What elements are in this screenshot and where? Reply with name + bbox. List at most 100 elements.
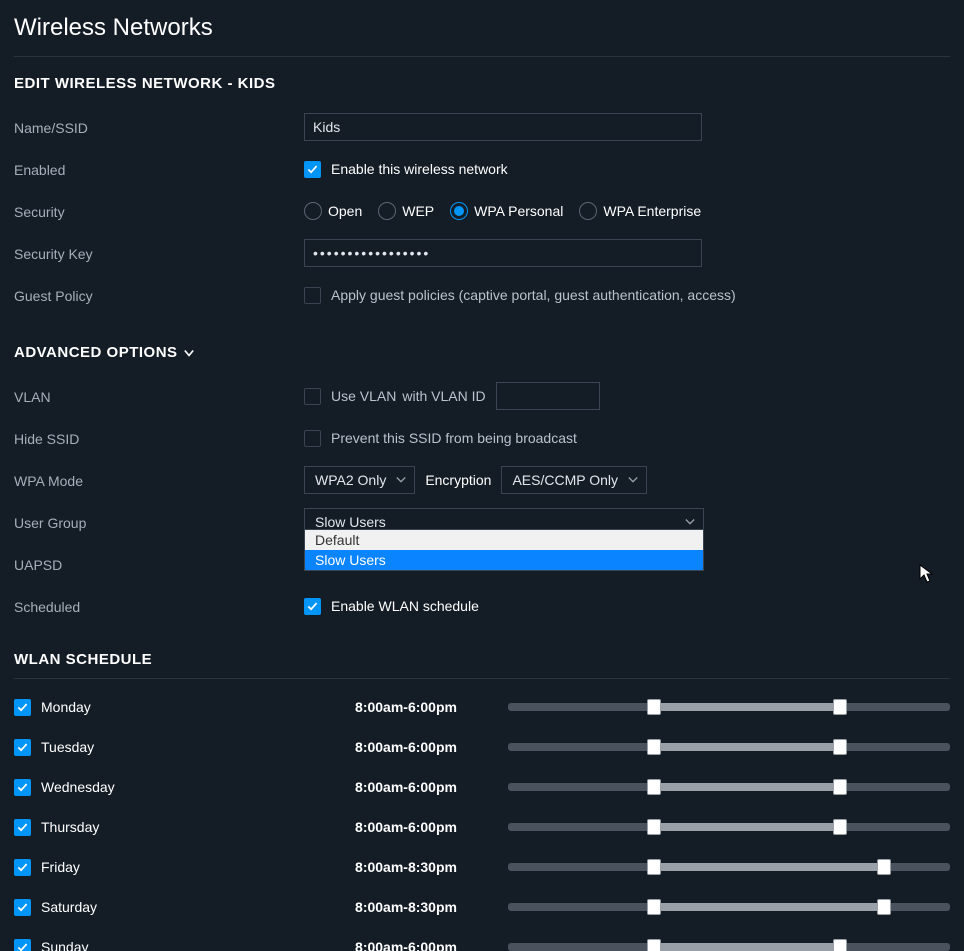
scheduled-label: Scheduled: [14, 597, 304, 616]
chevron-down-icon: [396, 472, 406, 488]
schedule-day-name: Sunday: [41, 939, 88, 951]
schedule-day-name: Thursday: [41, 819, 99, 835]
schedule-day-checkbox[interactable]: [14, 699, 31, 716]
chevron-down-icon: [628, 472, 638, 488]
uapsd-label: UAPSD: [14, 555, 304, 574]
security-radio-open-label: Open: [328, 203, 362, 219]
security-radio-wpa-enterprise[interactable]: [579, 202, 597, 220]
schedule-slider-range: [654, 783, 840, 791]
schedule-time-range: 8:00am-8:30pm: [304, 899, 508, 915]
security-radio-open[interactable]: [304, 202, 322, 220]
seckey-input[interactable]: [304, 239, 702, 267]
advanced-options-toggle[interactable]: ADVANCED OPTIONS: [14, 344, 950, 361]
user-group-option-default[interactable]: Default: [305, 530, 703, 550]
schedule-slider-track[interactable]: [508, 903, 950, 911]
schedule-slider-range: [654, 863, 884, 871]
edit-section-title: EDIT WIRELESS NETWORK - KIDS: [14, 75, 950, 92]
vlan-id-input[interactable]: [496, 382, 600, 410]
user-group-selected: Slow Users: [315, 514, 386, 530]
schedule-day-checkbox[interactable]: [14, 939, 31, 951]
schedule-slider-range: [654, 703, 840, 711]
schedule-slider-handle-start[interactable]: [647, 739, 661, 755]
schedule-slider-handle-end[interactable]: [833, 819, 847, 835]
security-radio-wpa-personal-label: WPA Personal: [474, 203, 563, 219]
schedule-slider-track[interactable]: [508, 863, 950, 871]
schedule-slider-handle-start[interactable]: [647, 699, 661, 715]
guest-checkbox[interactable]: [304, 287, 321, 304]
schedule-time-range: 8:00am-6:00pm: [304, 779, 508, 795]
guest-label: Guest Policy: [14, 286, 304, 305]
ssid-input[interactable]: [304, 113, 702, 141]
ssid-label: Name/SSID: [14, 118, 304, 137]
chevron-down-icon: [184, 348, 194, 358]
scheduled-checkbox[interactable]: [304, 598, 321, 615]
vlan-label: VLAN: [14, 387, 304, 406]
vlan-checkbox[interactable]: [304, 388, 321, 405]
schedule-time-range: 8:00am-6:00pm: [304, 819, 508, 835]
schedule-slider-range: [654, 943, 840, 951]
schedule-day-checkbox[interactable]: [14, 859, 31, 876]
schedule-slider-handle-start[interactable]: [647, 899, 661, 915]
schedule-day-checkbox[interactable]: [14, 779, 31, 796]
divider: [14, 678, 950, 679]
user-group-dropdown: Default Slow Users: [304, 529, 704, 571]
schedule-slider-handle-start[interactable]: [647, 939, 661, 951]
chevron-down-icon: [685, 514, 695, 530]
user-group-option-slow[interactable]: Slow Users: [305, 550, 703, 570]
scheduled-text: Enable WLAN schedule: [331, 598, 479, 614]
schedule-row: Monday8:00am-6:00pm: [14, 687, 950, 727]
schedule-slider-handle-end[interactable]: [833, 699, 847, 715]
schedule-row: Thursday 8:00am-6:00pm: [14, 807, 950, 847]
schedule-slider-handle-end[interactable]: [833, 779, 847, 795]
security-radio-wep[interactable]: [378, 202, 396, 220]
schedule-slider-handle-start[interactable]: [647, 819, 661, 835]
encryption-value: AES/CCMP Only: [512, 472, 618, 488]
security-label: Security: [14, 202, 304, 221]
schedule-slider-range: [654, 903, 884, 911]
security-radio-wpa-enterprise-label: WPA Enterprise: [603, 203, 701, 219]
schedule-slider-track[interactable]: [508, 743, 950, 751]
wpa-mode-select[interactable]: WPA2 Only: [304, 466, 415, 494]
schedule-slider-track[interactable]: [508, 703, 950, 711]
schedule-time-range: 8:00am-6:00pm: [304, 699, 508, 715]
encryption-select[interactable]: AES/CCMP Only: [501, 466, 647, 494]
hide-ssid-label: Hide SSID: [14, 429, 304, 448]
cursor-icon: [919, 564, 935, 584]
schedule-day-checkbox[interactable]: [14, 899, 31, 916]
schedule-day-name: Saturday: [41, 899, 97, 915]
security-radio-wpa-personal[interactable]: [450, 202, 468, 220]
wpa-mode-value: WPA2 Only: [315, 472, 386, 488]
schedule-slider-handle-end[interactable]: [877, 899, 891, 915]
schedule-slider-track[interactable]: [508, 823, 950, 831]
seckey-label: Security Key: [14, 244, 304, 263]
hide-ssid-text: Prevent this SSID from being broadcast: [331, 430, 577, 446]
divider: [14, 56, 950, 57]
advanced-title-text: ADVANCED OPTIONS: [14, 344, 178, 361]
schedule-section-title: WLAN SCHEDULE: [14, 651, 950, 668]
schedule-row: Wednesday8:00am-6:00pm: [14, 767, 950, 807]
schedule-slider-handle-end[interactable]: [877, 859, 891, 875]
schedule-slider-handle-start[interactable]: [647, 859, 661, 875]
schedule-slider-range: [654, 823, 840, 831]
schedule-day-checkbox[interactable]: [14, 819, 31, 836]
schedule-slider-handle-end[interactable]: [833, 939, 847, 951]
security-radio-wep-label: WEP: [402, 203, 434, 219]
schedule-time-range: 8:00am-8:30pm: [304, 859, 508, 875]
enabled-checkbox-label: Enable this wireless network: [331, 161, 508, 177]
schedule-row: Sunday8:00am-6:00pm: [14, 927, 950, 951]
page-title: Wireless Networks: [14, 10, 950, 56]
schedule-day-checkbox[interactable]: [14, 739, 31, 756]
wpa-mode-label: WPA Mode: [14, 471, 304, 490]
schedule-row: Saturday 8:00am-8:30pm: [14, 887, 950, 927]
schedule-slider-track[interactable]: [508, 783, 950, 791]
schedule-slider-range: [654, 743, 840, 751]
schedule-slider-track[interactable]: [508, 943, 950, 951]
hide-ssid-checkbox[interactable]: [304, 430, 321, 447]
schedule-slider-handle-end[interactable]: [833, 739, 847, 755]
encryption-label: Encryption: [425, 472, 491, 488]
vlan-text-b: with VLAN ID: [402, 388, 485, 404]
schedule-row: Tuesday8:00am-6:00pm: [14, 727, 950, 767]
schedule-time-range: 8:00am-6:00pm: [304, 739, 508, 755]
enabled-checkbox[interactable]: [304, 161, 321, 178]
schedule-slider-handle-start[interactable]: [647, 779, 661, 795]
